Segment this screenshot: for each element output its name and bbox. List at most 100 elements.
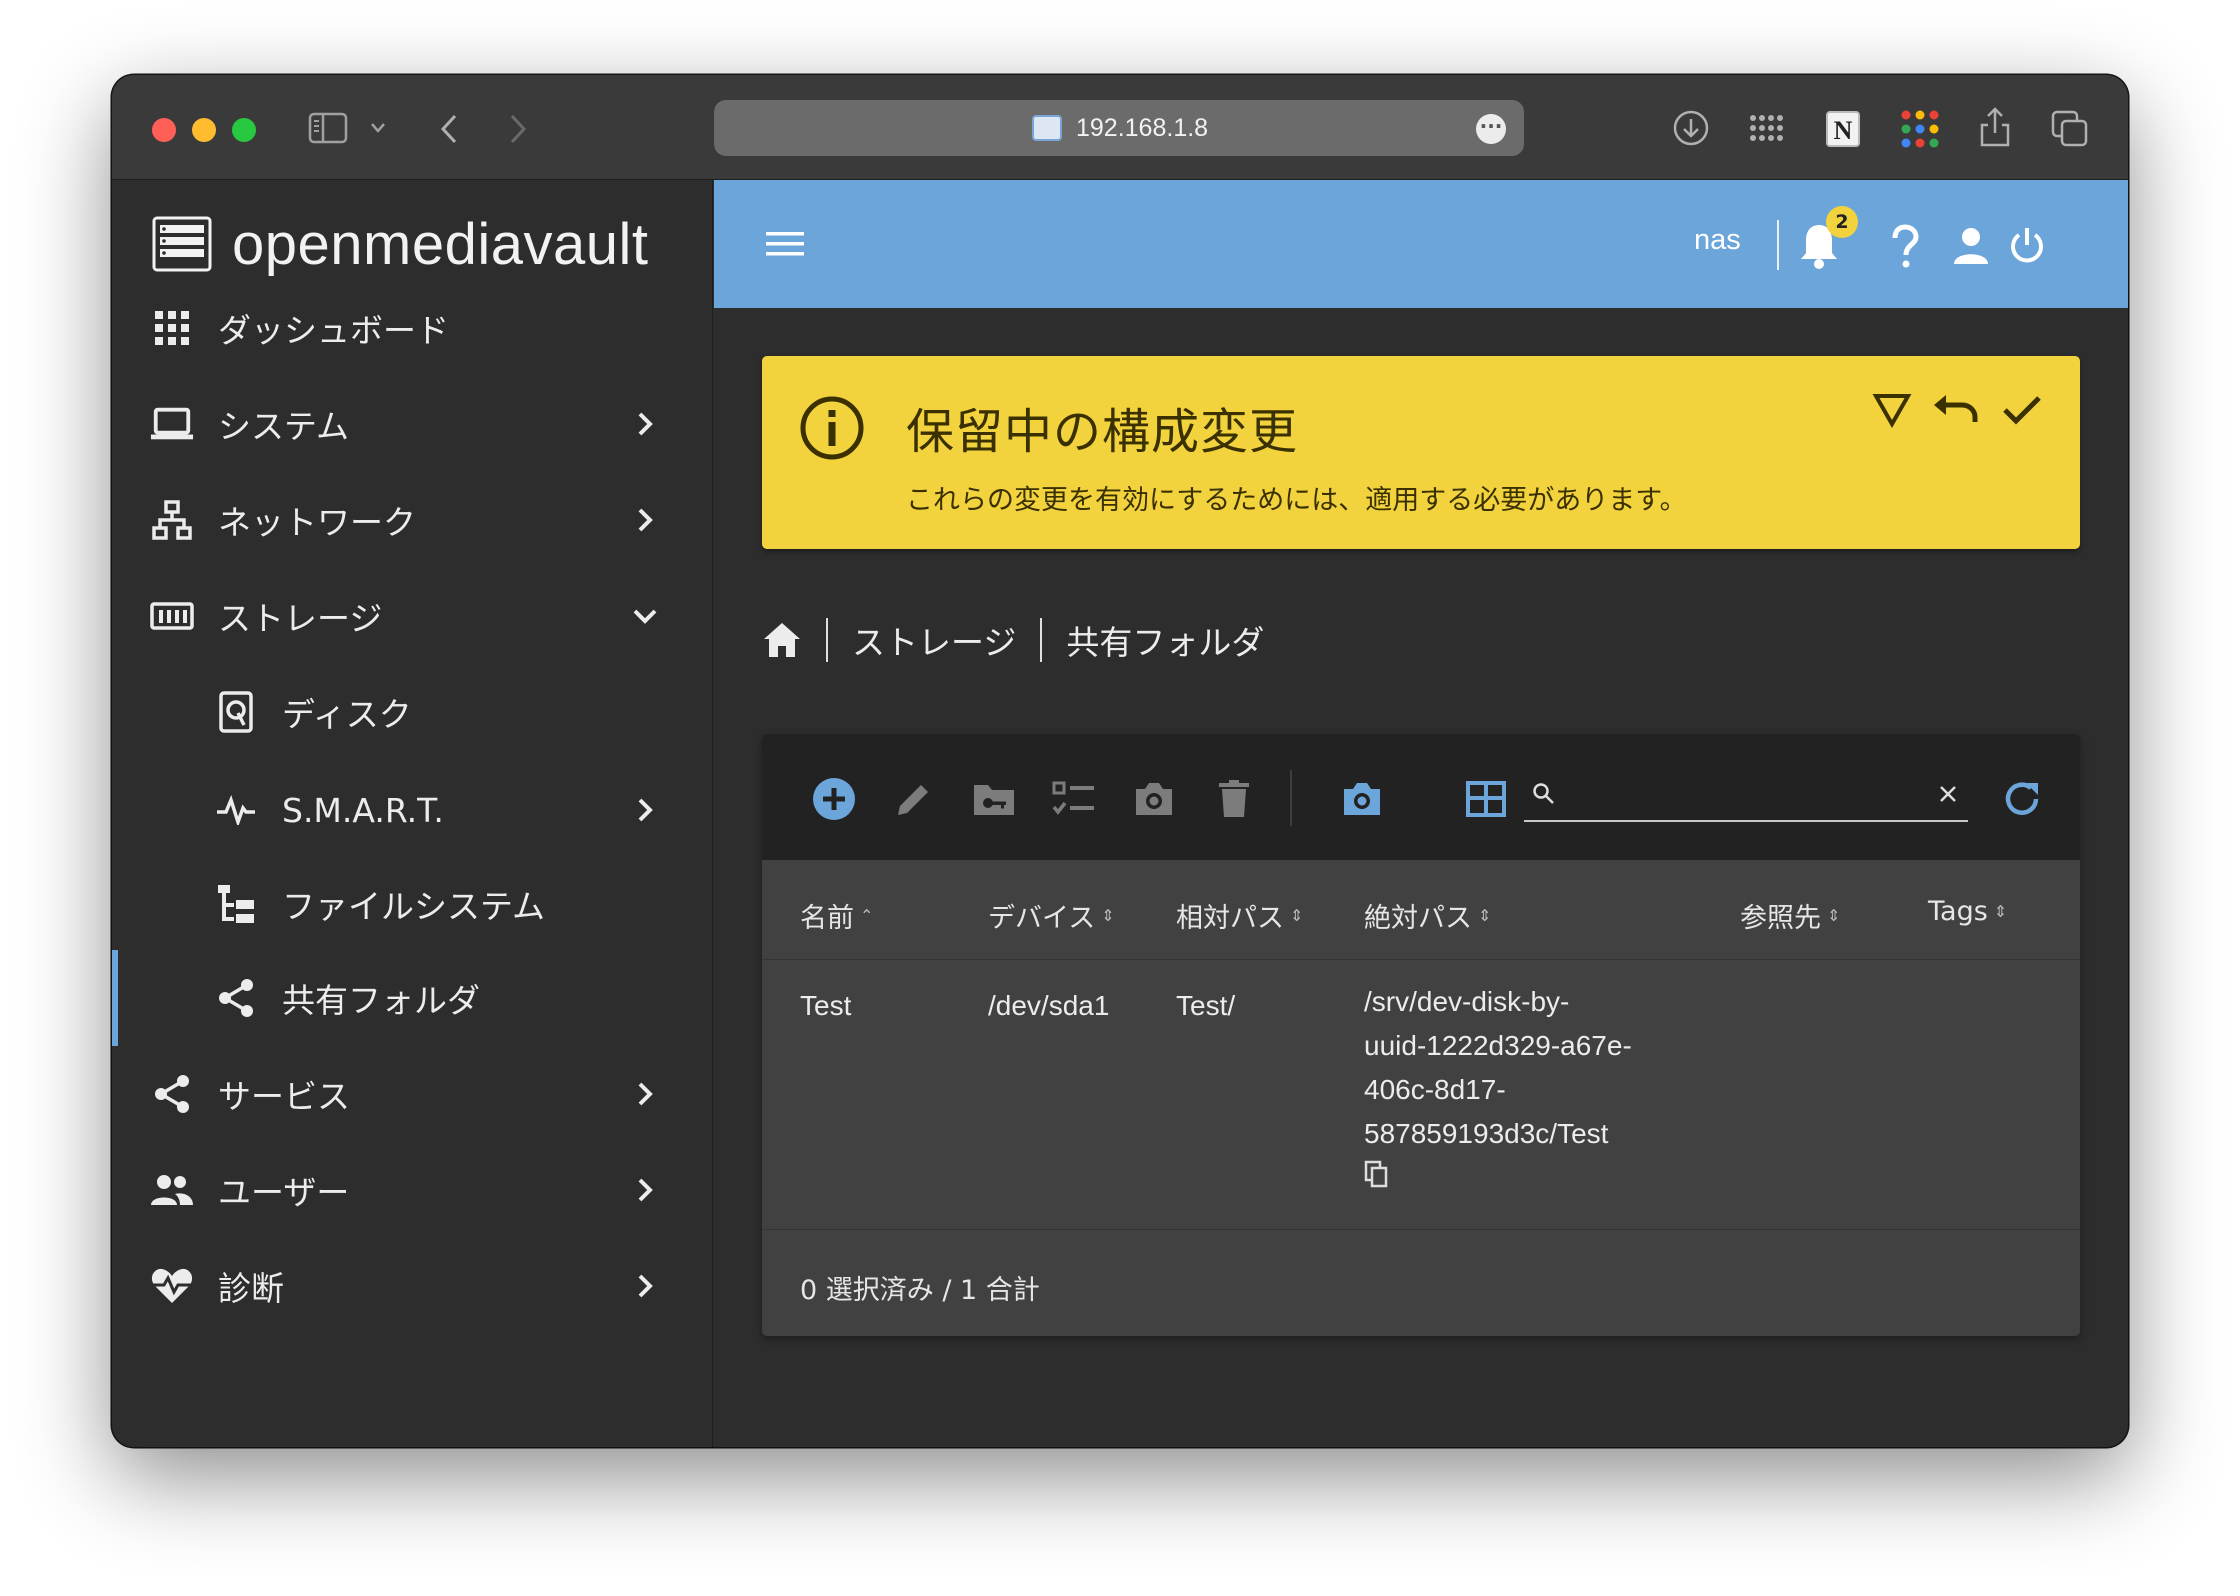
- column-header-absolute-path[interactable]: 絶対パス ⇕: [1364, 896, 1491, 935]
- sidebar-item-label: 共有フォルダ: [282, 981, 480, 1020]
- storage-icon: [150, 594, 194, 638]
- table-row[interactable]: Test /dev/sda1 Test/ /srv/dev-disk-by- u…: [762, 960, 2080, 1230]
- table-columns-icon: [1466, 781, 1506, 817]
- divider: [1777, 220, 1779, 270]
- column-header-tags[interactable]: Tags ⇕: [1928, 896, 2007, 927]
- users-icon: [150, 1168, 194, 1212]
- share-icon: [150, 1072, 194, 1116]
- column-header-name[interactable]: 名前 ⌃: [800, 896, 873, 935]
- sidebar-item-filesystem[interactable]: ファイルシステム: [112, 856, 712, 952]
- forward-icon[interactable]: [507, 113, 529, 145]
- table-footer-summary: 0 選択済み / 1 合計: [800, 1275, 1040, 1306]
- help-icon[interactable]: [1890, 224, 1920, 270]
- sidebar-item-users[interactable]: ユーザー: [112, 1142, 712, 1238]
- acl-button[interactable]: [1052, 777, 1096, 821]
- apply-check-icon[interactable]: [2002, 394, 2042, 426]
- active-indicator: [112, 950, 118, 1046]
- sort-icon: ⇕: [1101, 906, 1115, 925]
- checklist-icon: [1052, 781, 1094, 815]
- sidebar-item-services[interactable]: サービス: [112, 1046, 712, 1142]
- refresh-icon: [2005, 782, 2039, 815]
- edit-button[interactable]: [892, 777, 936, 821]
- extensions-grid-icon[interactable]: [1748, 113, 1786, 143]
- chevron-down-icon: [630, 601, 660, 631]
- notion-icon[interactable]: N: [1824, 109, 1862, 149]
- column-toggle-button[interactable]: [1464, 777, 1508, 821]
- breadcrumb-separator: [1040, 618, 1043, 662]
- sidebar-item-smart[interactable]: S.M.A.R.T.: [112, 762, 712, 858]
- add-icon: [813, 778, 855, 820]
- sidebar-item-system[interactable]: システム: [112, 376, 712, 472]
- share-icon: [214, 976, 258, 1020]
- breadcrumb-storage[interactable]: ストレージ: [852, 616, 1016, 664]
- toolbar-divider: [1290, 770, 1292, 826]
- zoom-window-button[interactable]: [232, 118, 256, 142]
- sidebar-item-storage[interactable]: ストレージ: [112, 568, 712, 664]
- column-header-relative-path[interactable]: 相対パス ⇕: [1176, 896, 1303, 935]
- browser-window: 192.168.1.8 ··· N openmediavault ダッシュボード…: [112, 75, 2128, 1447]
- heart-pulse-icon: [150, 1264, 194, 1308]
- camera-icon: [1344, 783, 1380, 815]
- download-icon[interactable]: [1672, 109, 1710, 147]
- menu-icon[interactable]: [766, 230, 804, 258]
- sidebar-item-label: ファイルシステム: [282, 887, 546, 926]
- power-icon[interactable]: [2008, 226, 2046, 266]
- chevron-right-icon: [630, 1175, 660, 1205]
- add-button[interactable]: [812, 777, 856, 821]
- search-field[interactable]: [1524, 772, 1968, 822]
- share-icon[interactable]: [1978, 105, 2012, 149]
- pulse-icon: [214, 788, 258, 832]
- minimize-window-button[interactable]: [192, 118, 216, 142]
- refresh-button[interactable]: [2000, 777, 2044, 821]
- sidebar-item-shared-folder[interactable]: 共有フォルダ: [112, 950, 712, 1046]
- column-header-device[interactable]: デバイス ⇕: [988, 896, 1115, 935]
- browser-toolbar: 192.168.1.8 ··· N: [112, 75, 2128, 180]
- column-header-label: 参照先: [1740, 903, 1821, 934]
- brand-name: openmediavault: [232, 211, 649, 277]
- sidebar: openmediavault ダッシュボード システム ネットワーク ストレージ…: [112, 180, 713, 1447]
- breadcrumb-separator: [826, 618, 828, 662]
- laptop-icon: [150, 402, 194, 446]
- clear-search-icon[interactable]: [1938, 784, 1958, 804]
- chevron-right-icon: [630, 1079, 660, 1109]
- tabs-icon[interactable]: [2050, 109, 2090, 149]
- cell-absolute-path: /srv/dev-disk-by- uuid-1222d329-a67e- 40…: [1364, 980, 1632, 1195]
- sidebar-item-label: ディスク: [282, 695, 412, 734]
- sidebar-item-label: ネットワーク: [218, 503, 416, 542]
- sidebar-icon[interactable]: [308, 112, 348, 144]
- alert-title: 保留中の構成変更: [906, 404, 1299, 460]
- column-header-label: 絶対パス: [1364, 903, 1472, 934]
- close-window-button[interactable]: [152, 118, 176, 142]
- home-icon[interactable]: [762, 621, 802, 659]
- breadcrumb: ストレージ 共有フォルダ: [762, 610, 1264, 670]
- snapshots-button[interactable]: [1340, 777, 1384, 821]
- trash-icon: [1219, 780, 1249, 817]
- sidebar-item-network[interactable]: ネットワーク: [112, 472, 712, 568]
- chevron-right-icon: [630, 409, 660, 439]
- search-icon: [1533, 783, 1554, 804]
- back-icon[interactable]: [438, 113, 460, 145]
- chevron-down-icon[interactable]: [370, 121, 386, 135]
- delete-button[interactable]: [1212, 777, 1256, 821]
- privileges-button[interactable]: [972, 777, 1016, 821]
- address-bar[interactable]: 192.168.1.8 ···: [714, 100, 1524, 156]
- sidebar-item-disk[interactable]: ディスク: [112, 664, 712, 760]
- brand[interactable]: openmediavault: [152, 211, 649, 277]
- main-content: nas 2 保留中の構成変更 これらの変更を有効にするためには、適用する必要があ…: [714, 180, 2128, 1447]
- alert-message: これらの変更を有効にするためには、適用する必要があります。: [906, 485, 1687, 516]
- details-toggle-icon[interactable]: [1872, 392, 1912, 428]
- user-icon[interactable]: [1952, 226, 1990, 266]
- sidebar-item-dashboard[interactable]: ダッシュボード: [112, 280, 712, 376]
- more-icon[interactable]: ···: [1476, 114, 1506, 144]
- column-header-referenced[interactable]: 参照先 ⇕: [1740, 896, 1840, 935]
- snapshot-button[interactable]: [1132, 777, 1176, 821]
- undo-icon[interactable]: [1932, 392, 1978, 428]
- column-header-label: 名前: [800, 903, 854, 934]
- sidebar-item-diagnostics[interactable]: 診断: [112, 1238, 712, 1334]
- absolute-path-line: /srv/dev-disk-by-: [1364, 986, 1570, 1017]
- apps-icon[interactable]: [1900, 109, 1940, 149]
- column-header-label: 相対パス: [1176, 903, 1284, 934]
- svg-text:N: N: [1834, 116, 1853, 145]
- folder-key-icon: [974, 785, 1014, 815]
- copy-icon[interactable]: [1364, 1160, 1388, 1188]
